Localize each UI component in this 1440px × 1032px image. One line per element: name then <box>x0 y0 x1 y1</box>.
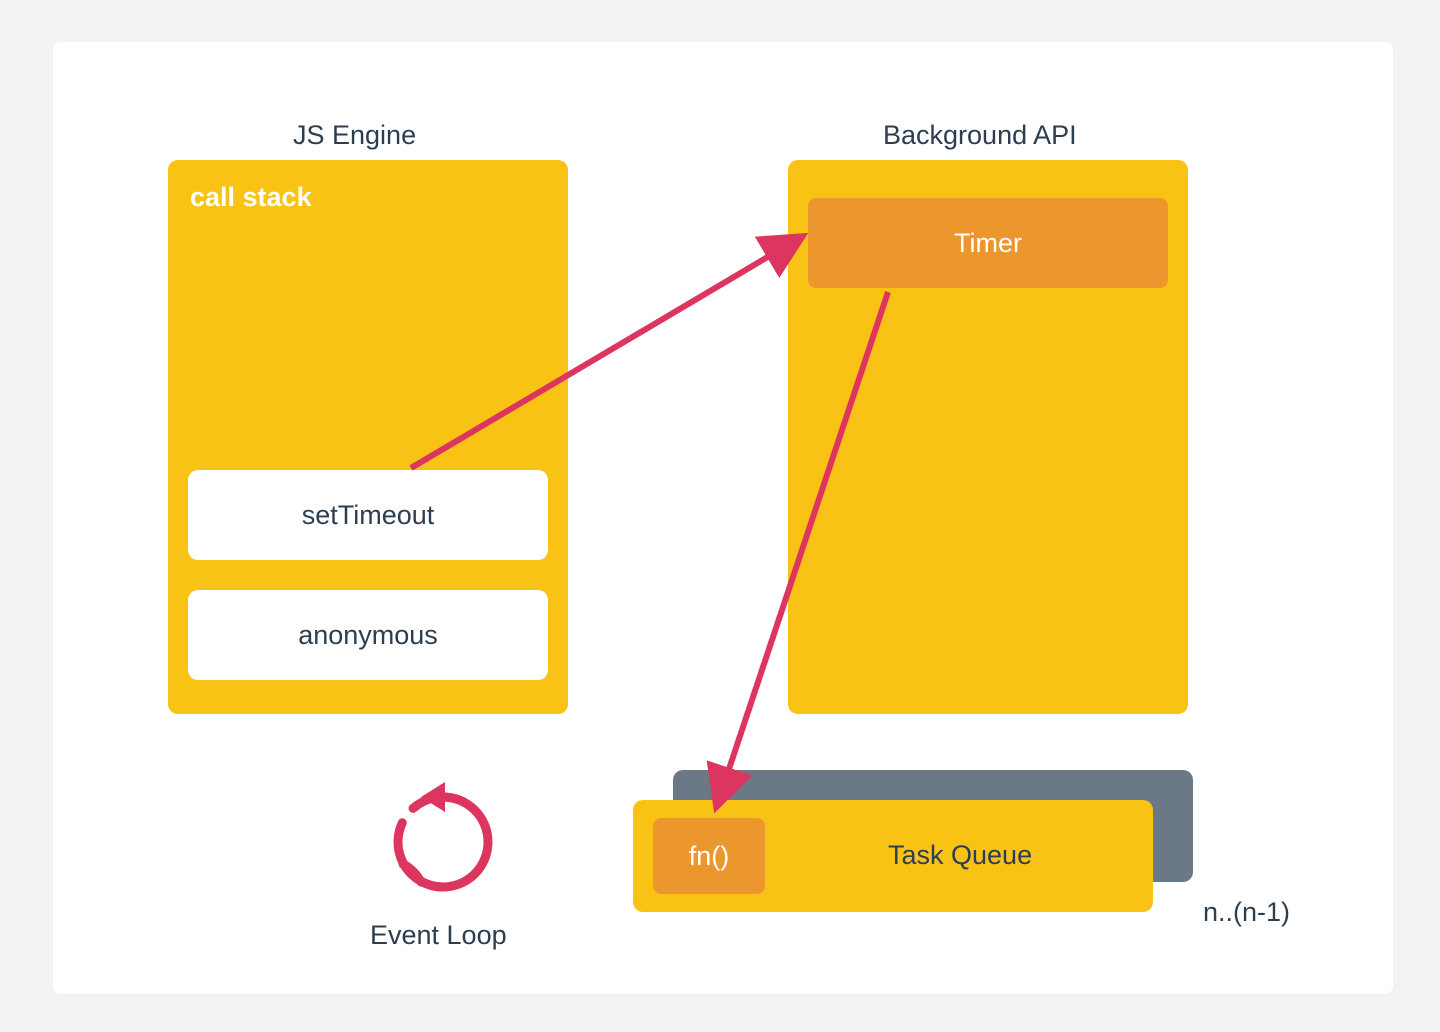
event-loop-icon <box>398 782 488 887</box>
event-loop-label: Event Loop <box>370 920 507 951</box>
js-engine-title: JS Engine <box>293 120 416 151</box>
background-api-box: Timer <box>788 160 1188 714</box>
js-engine-box: call stack setTimeout anonymous <box>168 160 568 714</box>
task-queue-bar: fn() Task Queue <box>633 800 1153 912</box>
call-stack-label: call stack <box>190 182 312 213</box>
fn-box: fn() <box>653 818 765 894</box>
stack-item-settimeout: setTimeout <box>188 470 548 560</box>
task-queue-label: Task Queue <box>888 840 1032 871</box>
timer-box: Timer <box>808 198 1168 288</box>
diagram-canvas: JS Engine call stack setTimeout anonymou… <box>53 42 1393 994</box>
background-api-title: Background API <box>883 120 1077 151</box>
task-queue-overflow-label: n..(n-1) <box>1203 897 1290 928</box>
stack-item-anonymous: anonymous <box>188 590 548 680</box>
